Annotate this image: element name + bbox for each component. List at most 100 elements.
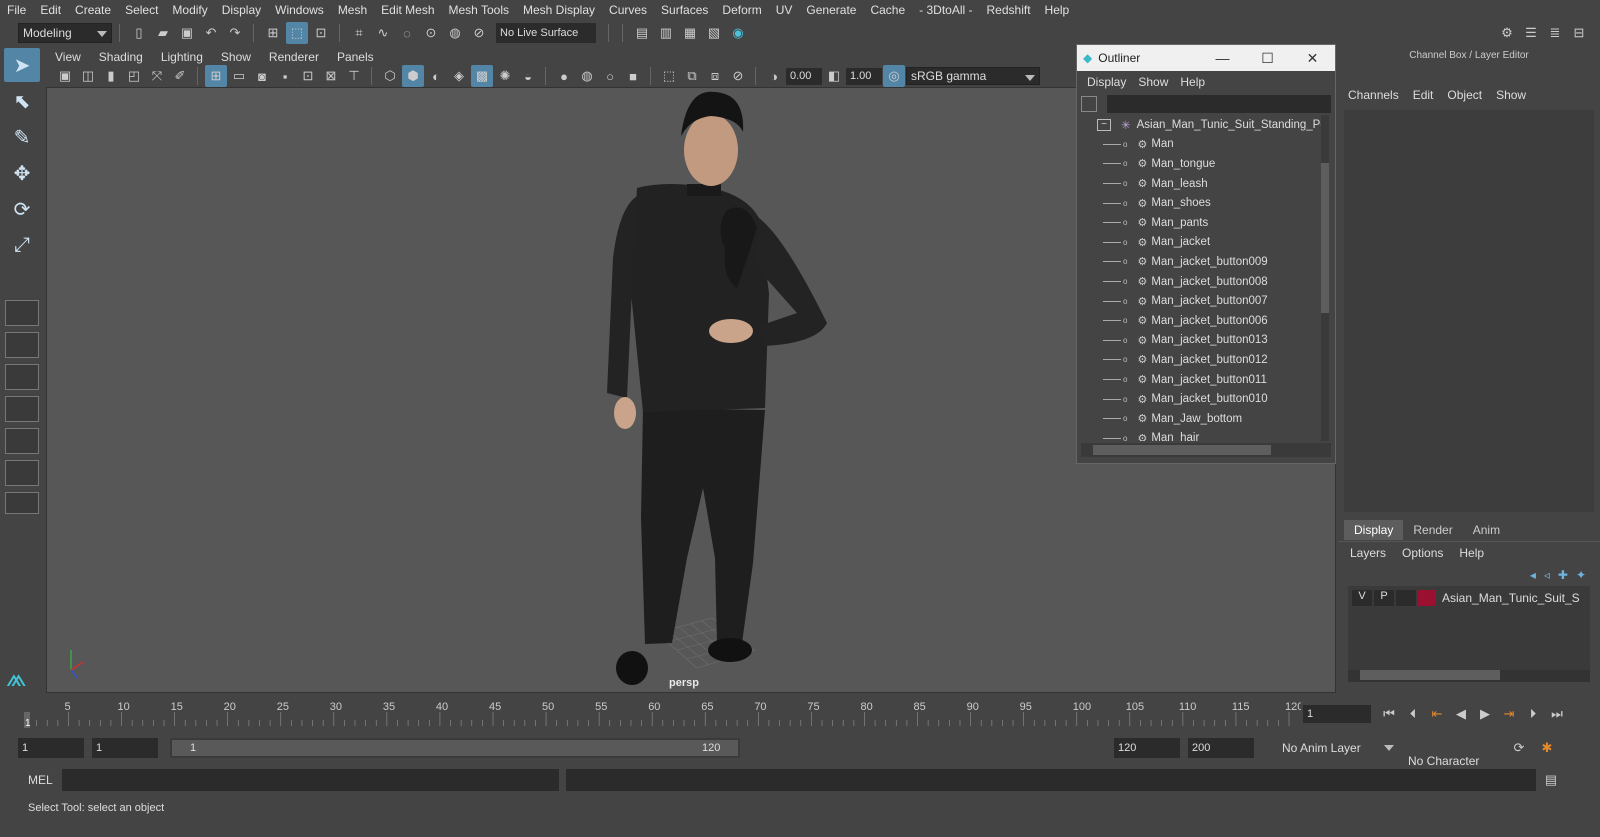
hscroll-thumb[interactable] — [1093, 445, 1271, 455]
gamma-field[interactable]: 1.00 — [846, 67, 882, 85]
time-slider[interactable]: 5 10 15 20 25 30 35 40 45 50 55 60 65 70 75 80 85 90 95 100… — [16, 700, 1303, 729]
layer-tab[interactable]: Render — [1403, 520, 1462, 540]
outliner-item[interactable]: o ⚙ Man_jacket_button011 — [1077, 370, 1335, 390]
layer-hscroll-thumb[interactable] — [1360, 670, 1500, 680]
outliner-item[interactable]: o ⚙ Man_leash — [1077, 174, 1335, 194]
safe-title-icon[interactable]: ⊤ — [343, 65, 365, 87]
snap-surface-icon[interactable]: ◍ — [444, 22, 466, 44]
side-by-side-layout-icon[interactable] — [5, 364, 39, 390]
camera-icon[interactable]: ▣ — [54, 65, 76, 87]
minimize-icon[interactable]: — — [1200, 50, 1245, 67]
persp-outliner-layout-icon[interactable] — [5, 396, 39, 422]
color-space-dropdown[interactable]: sRGB gamma — [906, 67, 1040, 85]
camera-attributes-icon[interactable]: ◫ — [77, 65, 99, 87]
layer-hscrollbar[interactable] — [1348, 670, 1590, 682]
render-frame-icon[interactable]: ▤ — [631, 22, 653, 44]
layer-tab[interactable]: Display — [1344, 520, 1404, 540]
menu-item[interactable]: Curves — [602, 3, 654, 17]
menu-item[interactable]: Mesh Tools — [442, 3, 516, 17]
scale-tool-icon[interactable]: ⤢ — [4, 228, 40, 262]
film-gate-icon[interactable]: ▭ — [228, 65, 250, 87]
select-object-icon[interactable]: ⬚ — [286, 22, 308, 44]
xray-joints-icon[interactable]: ⧈ — [704, 65, 726, 87]
viewport-menu-item[interactable]: Panels — [328, 50, 383, 64]
layer-tab[interactable]: Anim — [1463, 520, 1510, 540]
channel-box-menu-item[interactable]: Edit — [1413, 88, 1434, 102]
layer-menu-item[interactable]: Options — [1402, 546, 1443, 560]
layer-name[interactable]: Asian_Man_Tunic_Suit_S — [1442, 591, 1580, 605]
more-layouts-icon[interactable] — [5, 492, 39, 514]
grease-pencil-icon[interactable]: ✐ — [169, 65, 191, 87]
isolate-select-icon[interactable]: ⬚ — [658, 65, 680, 87]
channel-box-menu-item[interactable]: Object — [1447, 88, 1482, 102]
motion-blur-icon[interactable]: ◍ — [576, 65, 598, 87]
close-icon[interactable]: ✕ — [1290, 50, 1335, 67]
range-end-field[interactable]: 120 — [1114, 738, 1180, 758]
select-tool-icon[interactable]: ➤ — [4, 48, 40, 82]
command-input[interactable] — [62, 769, 559, 791]
layer-row[interactable]: V P Asian_Man_Tunic_Suit_S — [1348, 586, 1590, 606]
ambient-occlusion-icon[interactable]: ● — [553, 65, 575, 87]
exposure-icon[interactable]: ◑ — [763, 65, 785, 87]
undo-icon[interactable]: ↶ — [200, 22, 222, 44]
menu-item[interactable]: File — [0, 3, 33, 17]
two-d-pan-icon[interactable]: ⤧ — [146, 65, 168, 87]
select-component-icon[interactable]: ⊡ — [310, 22, 332, 44]
use-default-material-icon[interactable]: ◐ — [425, 65, 447, 87]
channel-list[interactable] — [1344, 110, 1594, 512]
menu-item[interactable]: Modify — [165, 3, 214, 17]
step-forward-icon[interactable]: ⏵ — [1522, 703, 1544, 725]
layer-playback-toggle[interactable]: P — [1374, 589, 1394, 606]
wireframe-icon[interactable]: ⬡ — [379, 65, 401, 87]
move-layer-up-icon[interactable]: ◂ — [1530, 568, 1536, 582]
open-scene-icon[interactable]: ▰ — [152, 22, 174, 44]
bookmark-icon[interactable]: ▮ — [100, 65, 122, 87]
new-layer-icon[interactable]: ✚ — [1558, 568, 1568, 582]
menu-item[interactable]: Create — [68, 3, 118, 17]
viewport-menu-item[interactable]: Lighting — [152, 50, 212, 64]
save-scene-icon[interactable]: ▣ — [176, 22, 198, 44]
menu-item[interactable]: Cache — [863, 3, 912, 17]
menu-item[interactable]: Display — [215, 3, 268, 17]
render-sequence-icon[interactable]: ▥ — [655, 22, 677, 44]
menu-item[interactable]: Windows — [268, 3, 331, 17]
persp-graph-layout-icon[interactable] — [5, 428, 39, 454]
mel-label[interactable]: MEL — [28, 773, 53, 787]
render-settings-icon[interactable]: ▧ — [703, 22, 725, 44]
outliner-item[interactable]: o ⚙ Man_Jaw_bottom — [1077, 409, 1335, 429]
outliner-item[interactable]: o ⚙ Man_jacket — [1077, 233, 1335, 253]
mode-dropdown[interactable]: Modeling — [18, 23, 112, 43]
play-forwards-icon[interactable]: ▶ — [1474, 703, 1496, 725]
viewport-menu-item[interactable]: Renderer — [260, 50, 328, 64]
outliner-item[interactable]: o ⚙ Man_jacket_button010 — [1077, 389, 1335, 409]
outliner-menu-item[interactable]: Show — [1132, 75, 1174, 89]
auto-key-icon[interactable]: ⟳ — [1508, 737, 1530, 759]
outliner-menu-item[interactable]: Help — [1174, 75, 1211, 89]
smooth-shade-icon[interactable]: ⬢ — [402, 65, 424, 87]
hypershade-layout-icon[interactable] — [5, 460, 39, 486]
menu-item[interactable]: Edit Mesh — [374, 3, 441, 17]
outliner-menu-item[interactable]: Display — [1081, 75, 1132, 89]
menu-item[interactable]: Help — [1038, 3, 1077, 17]
snap-point-icon[interactable]: ◌ — [396, 22, 418, 44]
go-to-start-icon[interactable]: ⏮ — [1378, 703, 1400, 725]
outliner-item[interactable]: o ⚙ Man_jacket_button008 — [1077, 272, 1335, 292]
step-back-icon[interactable]: ⏴ — [1402, 703, 1424, 725]
grid-icon[interactable]: ⊞ — [205, 65, 227, 87]
color-management-icon[interactable]: ◎ — [883, 65, 905, 87]
layer-menu-item[interactable]: Layers — [1350, 546, 1386, 560]
gamma-icon[interactable]: ◧ — [823, 65, 845, 87]
outliner-vscrollbar[interactable] — [1321, 115, 1329, 441]
menu-item[interactable]: Mesh — [331, 3, 374, 17]
snap-grid-icon[interactable]: ⌗ — [348, 22, 370, 44]
viewport-menu-item[interactable]: Show — [212, 50, 260, 64]
safe-action-icon[interactable]: ⊠ — [320, 65, 342, 87]
menu-item[interactable]: Select — [118, 3, 165, 17]
redo-icon[interactable]: ↷ — [224, 22, 246, 44]
ipr-render-icon[interactable]: ▦ — [679, 22, 701, 44]
outliner-item[interactable]: o ⚙ Man_shoes — [1077, 193, 1335, 213]
attribute-editor-icon[interactable]: ☰ — [1520, 22, 1542, 44]
menu-item[interactable]: Redshift — [980, 3, 1038, 17]
outliner-item[interactable]: o ⚙ Man_jacket_button007 — [1077, 291, 1335, 311]
snap-view-icon[interactable]: ⊙ — [420, 22, 442, 44]
